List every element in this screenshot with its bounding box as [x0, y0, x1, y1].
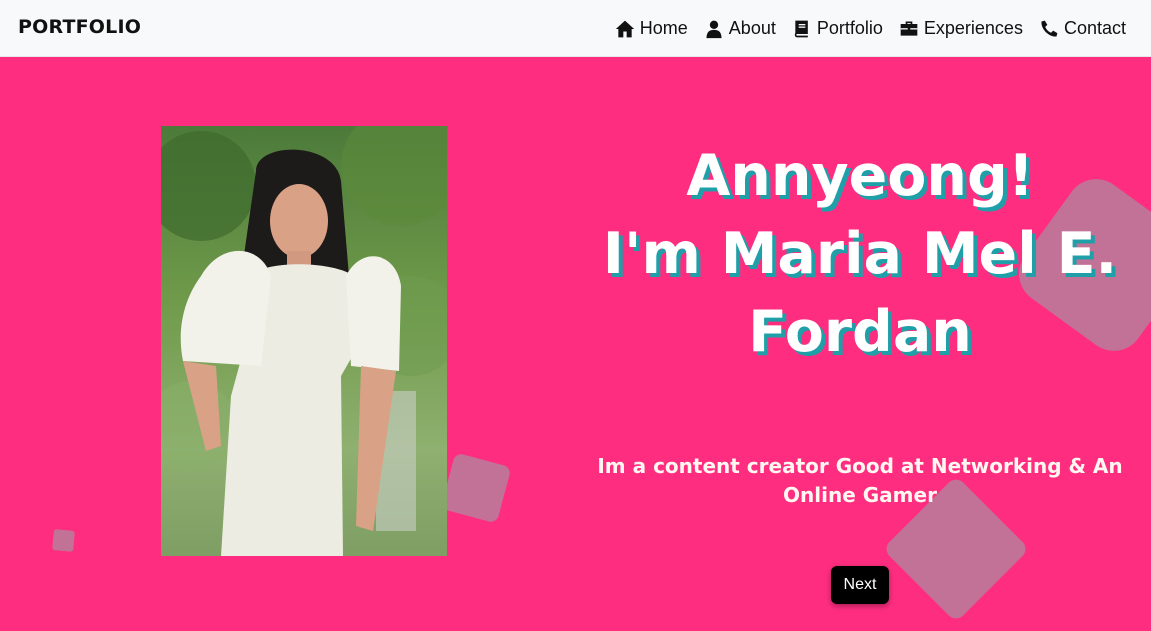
book-icon — [794, 20, 808, 37]
nav-link-label: Experiences — [923, 18, 1023, 38]
nav-link-label: Contact — [1063, 18, 1126, 38]
nav-link-home[interactable]: Home — [615, 18, 688, 39]
phone-icon — [1041, 20, 1058, 37]
navbar: PORTFOLIO Home About Portfolio Experienc… — [0, 0, 1151, 57]
nav-link-portfolio[interactable]: Portfolio — [792, 18, 883, 39]
hero-heading-line: Annyeong! — [686, 143, 1034, 209]
decorative-square — [52, 529, 75, 552]
hero-heading-line: Fordan — [748, 299, 972, 365]
nav-links: Home About Portfolio Experiences Contact — [615, 0, 1126, 57]
nav-link-experiences[interactable]: Experiences — [899, 18, 1023, 39]
nav-link-about[interactable]: About — [704, 18, 776, 39]
hero-heading-line: I'm Maria Mel E. — [602, 221, 1118, 287]
nav-link-label: Home — [639, 18, 688, 38]
hero-heading: Annyeong! I'm Maria Mel E. Fordan — [580, 137, 1140, 371]
nav-link-contact[interactable]: Contact — [1039, 18, 1126, 39]
nav-link-label: About — [728, 18, 776, 38]
brand-logo[interactable]: PORTFOLIO — [18, 16, 141, 38]
briefcase-icon — [900, 21, 918, 36]
user-icon — [706, 20, 722, 38]
home-icon — [615, 20, 634, 37]
nav-link-label: Portfolio — [816, 18, 883, 38]
hero-section: Annyeong! I'm Maria Mel E. Fordan Im a c… — [0, 57, 1151, 631]
next-button[interactable]: Next — [831, 566, 889, 604]
hero-tagline: Im a content creator Good at Networking … — [597, 454, 1123, 507]
profile-photo — [161, 126, 447, 556]
decorative-square — [440, 452, 512, 524]
